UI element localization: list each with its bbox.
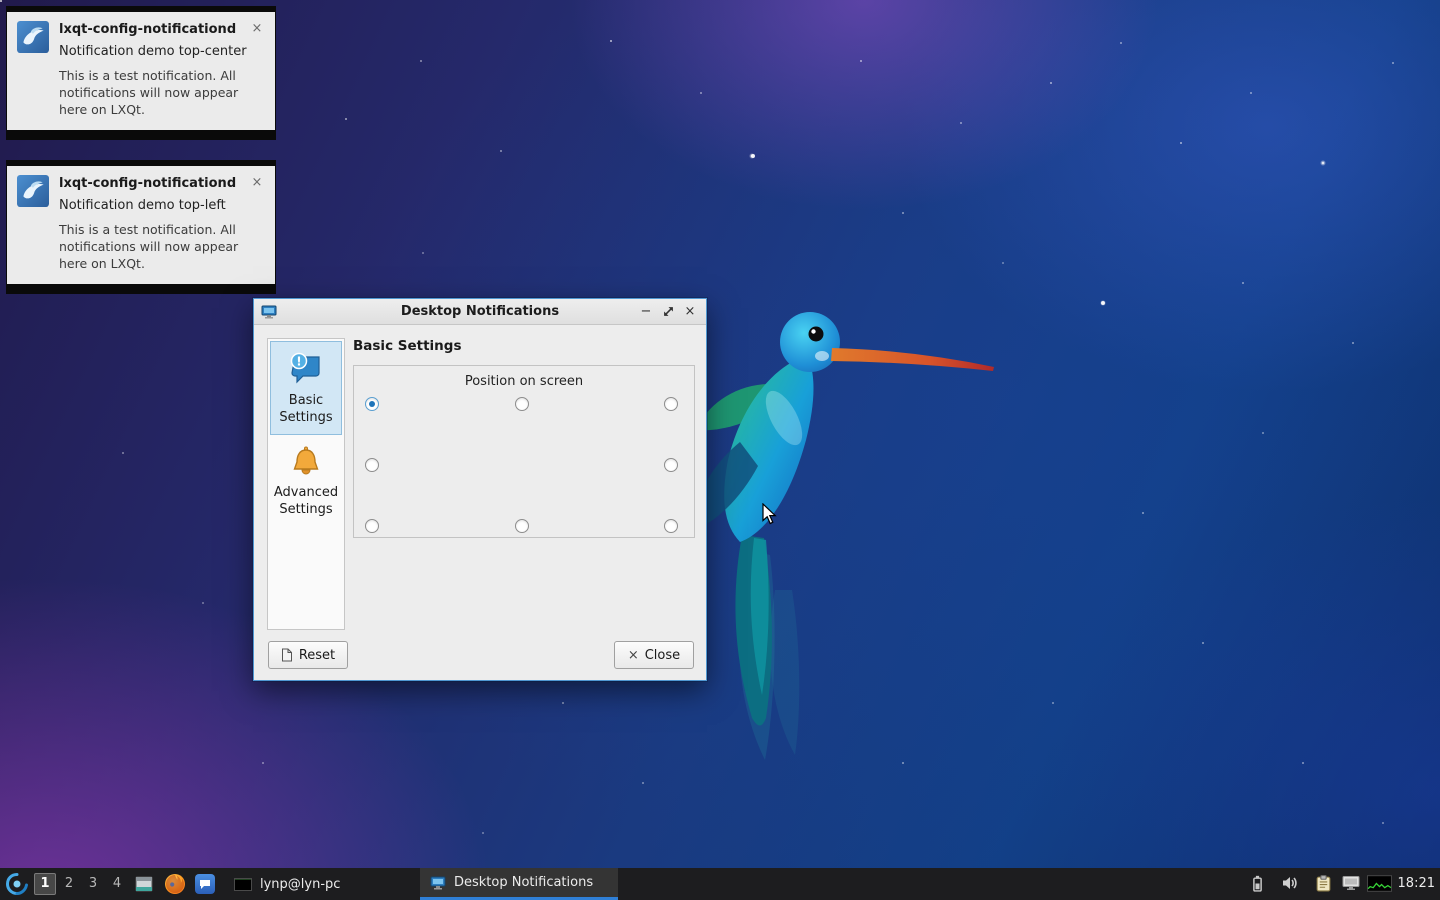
document-revert-icon <box>281 648 293 662</box>
radio-top-center[interactable] <box>515 397 529 411</box>
bright-star <box>1320 160 1326 166</box>
svg-text:!: ! <box>296 355 301 369</box>
window-display-icon <box>261 304 277 320</box>
reset-button[interactable]: Reset <box>268 641 348 669</box>
firefox-icon[interactable] <box>164 873 186 895</box>
clock[interactable]: 18:21 <box>1398 868 1435 900</box>
firefox-logo-icon <box>164 873 186 895</box>
radio-middle-right[interactable] <box>664 458 678 472</box>
volume-tray-icon[interactable] <box>1281 875 1299 891</box>
radio-middle-left[interactable] <box>365 458 379 472</box>
workspace-button-3[interactable]: 3 <box>82 873 104 895</box>
display-icon <box>430 875 446 891</box>
clipboard-icon <box>1316 875 1331 892</box>
hummingbird-wallpaper-art <box>680 290 1020 770</box>
notification-app-name: lxqt-config-notificationd <box>59 175 249 193</box>
lxqt-app-icon <box>17 21 49 53</box>
notification-body: This is a test notification. All notific… <box>59 67 265 118</box>
sidebar-item-label: Basic Settings <box>273 392 339 426</box>
dialog-close-button[interactable]: × Close <box>614 641 694 669</box>
display-tray-icon[interactable] <box>1342 875 1360 891</box>
lxqt-logo-icon <box>4 871 30 897</box>
taskbar-task-desktop-notifications[interactable]: Desktop Notifications <box>420 868 618 900</box>
radio-bottom-right[interactable] <box>664 519 678 533</box>
radio-top-left[interactable] <box>365 397 379 411</box>
settings-category-list: ! Basic Settings Advanced Settings <box>267 338 345 630</box>
groupbox-title: Position on screen <box>354 374 694 389</box>
cpu-graph-icon <box>1367 875 1392 892</box>
notification-popup-top-left: lxqt-config-notificationd × Notification… <box>6 160 276 294</box>
monitor-icon <box>1342 875 1360 891</box>
speaker-icon <box>1281 875 1299 891</box>
notification-body: This is a test notification. All notific… <box>59 221 265 272</box>
quick-launch-panel-icon[interactable] <box>133 873 155 895</box>
panel-window-icon <box>135 876 153 892</box>
sidebar-item-basic-settings[interactable]: ! Basic Settings <box>270 341 342 435</box>
restore-icon <box>663 306 674 317</box>
battery-icon <box>1252 875 1263 892</box>
stars-decoration <box>0 0 2 2</box>
position-groupbox: Position on screen <box>353 365 695 538</box>
bright-star <box>749 153 755 159</box>
close-x-icon: × <box>628 648 639 663</box>
bell-icon <box>288 444 324 480</box>
restore-button[interactable] <box>660 304 676 320</box>
workspace-button-2[interactable]: 2 <box>58 873 80 895</box>
lxqt-menu-button[interactable] <box>3 870 31 898</box>
clipboard-tray-icon[interactable] <box>1316 875 1331 892</box>
workspace-button-1[interactable]: 1 <box>34 873 56 895</box>
lxqt-app-icon <box>17 175 49 207</box>
comment-exclamation-icon: ! <box>286 348 326 388</box>
radio-bottom-center[interactable] <box>515 519 529 533</box>
battery-tray-icon[interactable] <box>1252 875 1263 892</box>
window-titlebar[interactable]: Desktop Notifications − × <box>254 299 706 325</box>
notification-app-name: lxqt-config-notificationd <box>59 21 249 39</box>
radio-top-right[interactable] <box>664 397 678 411</box>
radio-bottom-left[interactable] <box>365 519 379 533</box>
minimize-button[interactable]: − <box>638 304 654 320</box>
taskbar-task-terminal[interactable]: lynp@lyn-pc <box>224 868 350 900</box>
workspace-button-4[interactable]: 4 <box>106 873 128 895</box>
notification-summary: Notification demo top-center <box>59 43 265 61</box>
close-button-label: Close <box>645 648 680 663</box>
sidebar-item-advanced-settings[interactable]: Advanced Settings <box>270 437 342 527</box>
notification-summary: Notification demo top-left <box>59 197 265 215</box>
taskbar: 1 2 3 4 lynp@lyn-pc <box>0 868 1440 900</box>
cpu-monitor-tray-icon[interactable] <box>1367 875 1392 892</box>
notification-close-icon[interactable]: × <box>249 21 265 37</box>
desktop-notifications-window: Desktop Notifications − × ! Basic Se <box>253 298 707 681</box>
bright-star <box>1100 300 1106 306</box>
terminal-thumbnail-icon <box>234 878 252 891</box>
notification-close-icon[interactable]: × <box>249 175 265 191</box>
page-heading: Basic Settings <box>353 338 462 354</box>
taskbar-task-label: lynp@lyn-pc <box>260 877 340 892</box>
chat-icon[interactable] <box>194 873 216 895</box>
reset-button-label: Reset <box>299 648 335 663</box>
close-button[interactable]: × <box>682 304 698 320</box>
notification-popup-top-center: lxqt-config-notificationd × Notification… <box>6 6 276 140</box>
chat-bubble-icon <box>195 874 215 894</box>
taskbar-task-label: Desktop Notifications <box>454 875 593 890</box>
sidebar-item-label: Advanced Settings <box>273 484 339 518</box>
